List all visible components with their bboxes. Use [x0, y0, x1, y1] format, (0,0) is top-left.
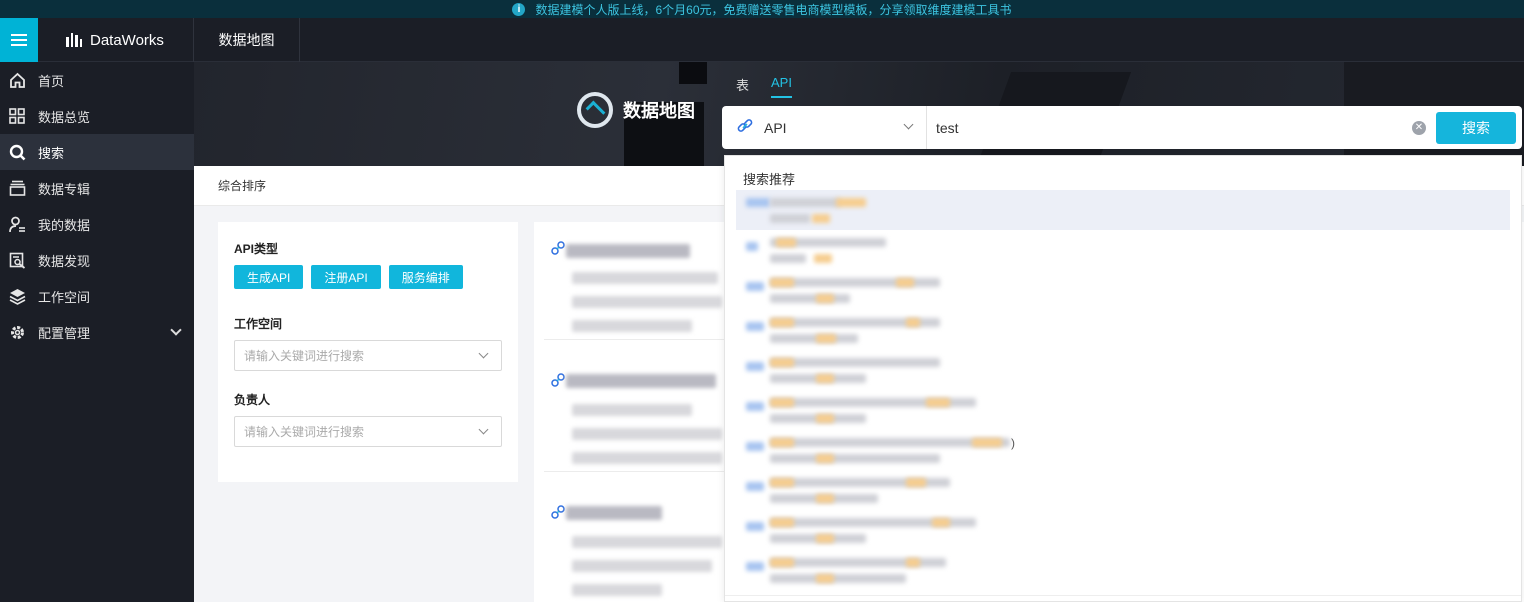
banner-title: 数据地图 — [577, 92, 695, 128]
menu-toggle-button[interactable] — [0, 18, 38, 62]
blurred-text — [572, 404, 692, 416]
blurred-text — [566, 374, 716, 388]
blurred-text — [572, 452, 722, 464]
search-suggestions-dropdown: 搜索推荐 ) — [724, 155, 1522, 602]
blurred-text — [572, 536, 722, 548]
link-icon — [550, 504, 566, 523]
sidebar-item-search[interactable]: 搜索 — [0, 134, 194, 170]
suggestion-item[interactable] — [736, 350, 1510, 390]
sidebar-item-label: 首页 — [38, 73, 65, 89]
home-icon — [8, 71, 26, 89]
sidebar-item-label: 数据总览 — [38, 109, 91, 125]
sidebar: 首页 数据总览 搜索 数据专辑 我的数据 数据发现 工作空间 配置管理 — [0, 62, 194, 602]
brand-name: DataWorks — [90, 31, 164, 49]
chip-generated-api[interactable]: 生成API — [234, 265, 304, 289]
workspace-select[interactable]: 请输入关键词进行搜索 — [234, 340, 502, 371]
chevron-down-icon[interactable] — [170, 324, 182, 336]
workspace-placeholder: 请输入关键词进行搜索 — [244, 349, 365, 363]
workspace-label: 工作空间 — [234, 317, 283, 331]
link-icon — [736, 117, 754, 138]
sidebar-item-album[interactable]: 数据专辑 — [0, 170, 194, 206]
sidebar-item-discovery[interactable]: 数据发现 — [0, 242, 194, 278]
sidebar-item-label: 搜索 — [38, 145, 65, 161]
filter-panel: API类型 生成API 注册API 服务编排 工作空间 请输入关键词进行搜索 负… — [218, 222, 518, 482]
chevron-down-icon — [478, 424, 489, 435]
user-data-icon — [8, 215, 26, 233]
announcement-bar[interactable]: i 数据建模个人版上线，6个月60元，免费赠送零售电商模型模板，分享领取维度建模… — [0, 0, 1524, 18]
blurred-text — [566, 506, 662, 520]
search-type-value: API — [764, 119, 787, 136]
suggestion-item[interactable] — [736, 390, 1510, 430]
blurred-text — [566, 244, 690, 258]
sidebar-item-label: 我的数据 — [38, 217, 91, 233]
sidebar-item-label: 数据专辑 — [38, 181, 91, 197]
suggestion-item[interactable] — [736, 230, 1510, 270]
info-icon: i — [512, 2, 526, 16]
sidebar-item-label: 工作空间 — [38, 289, 91, 305]
search-button[interactable]: 搜索 — [1436, 111, 1516, 144]
sidebar-item-label: 数据发现 — [38, 253, 91, 269]
decorative-cube — [679, 62, 707, 84]
sidebar-item-home[interactable]: 首页 — [0, 62, 194, 98]
grid-icon — [8, 107, 26, 125]
search-icon — [8, 143, 26, 161]
owner-placeholder: 请输入关键词进行搜索 — [244, 425, 365, 439]
search-type-select[interactable]: API — [722, 106, 927, 149]
blurred-text — [572, 560, 712, 572]
link-icon — [550, 372, 566, 391]
layers-icon — [8, 287, 26, 305]
tab-api[interactable]: API — [771, 75, 792, 98]
blurred-text — [572, 320, 692, 332]
search-box: API ✕ 搜索 — [722, 106, 1522, 149]
sort-option[interactable]: 综合排序 — [218, 177, 266, 194]
api-type-label: API类型 — [234, 242, 279, 256]
data-discovery-icon — [8, 251, 26, 269]
top-bar: DataWorks 数据地图 — [0, 18, 1524, 62]
hamburger-icon — [11, 34, 27, 46]
sidebar-item-config[interactable]: 配置管理 — [0, 314, 194, 350]
data-map-logo-icon — [577, 92, 613, 128]
suggestion-item[interactable] — [736, 470, 1510, 510]
chip-service-orchestration[interactable]: 服务编排 — [388, 265, 463, 289]
announcement-text[interactable]: 数据建模个人版上线，6个月60元，免费赠送零售电商模型模板，分享领取维度建模工具… — [535, 1, 1011, 18]
blurred-text — [572, 428, 722, 440]
module-name[interactable]: 数据地图 — [194, 18, 300, 62]
search-tabs: 表 API — [736, 75, 792, 98]
suggestions-title: 搜索推荐 — [743, 172, 796, 187]
sidebar-item-workspace[interactable]: 工作空间 — [0, 278, 194, 314]
blurred-text — [572, 296, 722, 308]
result-item[interactable] — [544, 222, 724, 340]
owner-label: 负责人 — [234, 393, 271, 407]
api-type-chips: 生成API 注册API 服务编排 — [234, 265, 502, 289]
suggestion-item[interactable] — [736, 310, 1510, 350]
chevron-down-icon — [903, 119, 914, 130]
suggestion-item[interactable] — [736, 510, 1510, 550]
suggestion-item[interactable] — [736, 270, 1510, 310]
sidebar-item-my-data[interactable]: 我的数据 — [0, 206, 194, 242]
chevron-down-icon — [478, 348, 489, 359]
chip-registered-api[interactable]: 注册API — [311, 265, 381, 289]
blurred-text — [572, 272, 718, 284]
owner-select[interactable]: 请输入关键词进行搜索 — [234, 416, 502, 447]
dataworks-logo-icon — [66, 33, 82, 47]
banner-title-text: 数据地图 — [623, 101, 695, 121]
tab-table[interactable]: 表 — [736, 75, 749, 98]
brand[interactable]: DataWorks — [38, 18, 194, 62]
search-input[interactable] — [927, 106, 1412, 149]
album-icon — [8, 179, 26, 197]
dropdown-footer — [725, 595, 1521, 601]
suggestion-item[interactable] — [736, 550, 1510, 590]
blurred-text — [572, 584, 662, 596]
suggestion-item[interactable] — [736, 430, 1510, 470]
link-icon — [550, 240, 566, 259]
suggestion-item[interactable] — [736, 190, 1510, 230]
sidebar-item-overview[interactable]: 数据总览 — [0, 98, 194, 134]
result-item[interactable] — [544, 486, 724, 602]
gear-icon — [8, 323, 26, 341]
suggestion-text-fragment: ) — [1011, 436, 1015, 450]
result-item[interactable] — [544, 354, 724, 472]
clear-icon[interactable]: ✕ — [1412, 120, 1426, 135]
sidebar-item-label: 配置管理 — [38, 325, 91, 341]
